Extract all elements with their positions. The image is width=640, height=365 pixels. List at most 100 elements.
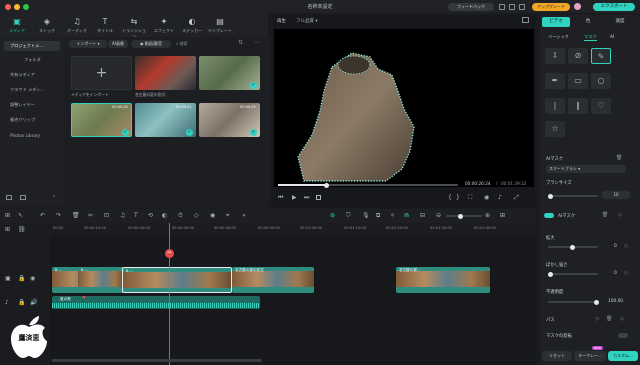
blur-slider[interactable] — [548, 271, 598, 277]
audio-track-icon[interactable]: ♪ — [5, 299, 9, 306]
sidebar-item-compound-clip[interactable]: 複合クリップ — [4, 115, 60, 125]
tab-video[interactable]: ビデオ — [542, 17, 570, 27]
scissors-icon[interactable]: ✂ — [165, 249, 174, 258]
audio-clip[interactable]: 夏の夜 ♥ — [52, 296, 260, 309]
stop-icon[interactable] — [316, 195, 321, 200]
playhead-line[interactable] — [169, 223, 170, 365]
play-icon[interactable]: ▶ — [292, 194, 297, 201]
opacity-slider[interactable] — [548, 299, 599, 305]
tab-color[interactable]: 色 — [574, 17, 602, 27]
lock-icon[interactable]: 🔒 — [18, 299, 25, 306]
ai-mask-toggle[interactable] — [544, 213, 554, 218]
video-track-icon[interactable]: ▣ — [5, 275, 11, 282]
playback-progress[interactable] — [278, 182, 458, 188]
keyframe-icon[interactable]: ◇ — [624, 270, 628, 276]
crop-icon[interactable]: ⊡ — [104, 212, 109, 219]
sidebar-item-photos-library[interactable]: Photos Library — [4, 131, 60, 141]
eye-icon[interactable]: ◉ — [30, 275, 35, 282]
volume-icon[interactable]: ♪ — [498, 194, 502, 201]
mask-star-icon[interactable]: ☆ — [545, 121, 565, 137]
cloud-icon[interactable] — [509, 4, 515, 10]
zoom-in-icon[interactable]: ⊕ — [485, 212, 490, 219]
ai-icon[interactable]: ✧ — [390, 212, 395, 219]
video-clip[interactable]: 8-... — [78, 267, 124, 293]
subtab-basic[interactable]: ベーシック — [548, 34, 569, 40]
player-tab[interactable]: 再生 — [277, 18, 286, 24]
tab-audio[interactable]: ♫ オーディオ — [64, 13, 90, 37]
horizontal-scrollbar[interactable] — [52, 359, 262, 362]
smart-brush-dropdown[interactable]: スマートブラシ ▾ — [546, 165, 626, 173]
delete-icon[interactable]: 🗑 — [72, 212, 80, 219]
feedback-button[interactable]: フィードバック — [448, 3, 494, 11]
sidebar-item-cloud-media[interactable]: クラウド メディ... — [4, 85, 60, 95]
filter-dropdown[interactable]: ◉ 動画/静音 — [131, 40, 171, 48]
reset-button[interactable]: リセット — [542, 351, 572, 361]
mask-pen-icon[interactable]: ✒ — [545, 73, 565, 89]
tab-sticker[interactable]: ◐ ステッカー — [179, 13, 205, 37]
trash-icon[interactable]: 🗑 — [616, 155, 622, 161]
zoom-value[interactable]: 0 — [614, 244, 617, 249]
mask-circle-icon[interactable]: ○ — [591, 73, 611, 89]
sidebar-item-project-media[interactable]: プロジェクトメ... — [4, 41, 60, 51]
brush-size-slider[interactable] — [548, 193, 598, 199]
keyframe-icon[interactable]: ◇ — [620, 316, 624, 322]
folder-icon[interactable] — [20, 195, 26, 200]
sidebar-item-adjustment-layer[interactable]: 調整レイヤー — [4, 100, 60, 110]
more-icon[interactable]: ⋯ — [254, 39, 260, 46]
expand-icon[interactable]: ⤢ — [514, 194, 519, 202]
zoom-timeline-slider[interactable] — [446, 213, 482, 219]
search-input[interactable]: ⌕ 検索 — [176, 40, 232, 48]
blur-value[interactable]: 0 — [614, 271, 617, 276]
mask-ai-brush-icon[interactable]: ✎ — [591, 48, 611, 64]
video-clip[interactable]: 名古屋の夏の形式 — [232, 267, 314, 293]
grid-view-icon[interactable]: ⊞ — [500, 212, 505, 219]
text-icon[interactable]: T — [134, 212, 138, 219]
stabilize-icon[interactable]: ⌖ — [226, 212, 229, 220]
tab-stock[interactable]: ◈ ストック — [34, 13, 60, 37]
mask-icon[interactable]: ◐ — [162, 212, 167, 219]
split-icon[interactable]: ✂ — [88, 212, 93, 219]
playhead-knob[interactable] — [324, 182, 329, 188]
split-screen-icon[interactable]: ⧉ — [376, 212, 380, 220]
sidebar-item-shared-media[interactable]: 共有メディア — [4, 70, 60, 80]
lock-icon[interactable]: 🔒 — [18, 275, 25, 282]
magnet-icon[interactable]: ⋒ — [404, 212, 409, 219]
keyframe-icon[interactable]: ◇ — [618, 212, 622, 218]
import-button[interactable]: インポート ▾ — [69, 40, 107, 48]
mask-rectangle-icon[interactable]: ▭ — [568, 73, 588, 89]
opacity-value[interactable]: 100.00 — [608, 299, 623, 304]
custom-button[interactable]: カスタム... — [608, 351, 638, 361]
tab-title[interactable]: T タイトル — [92, 13, 118, 37]
gift-icon[interactable] — [499, 4, 505, 10]
media-thumb[interactable] — [135, 56, 196, 90]
avatar[interactable] — [574, 3, 581, 10]
tab-media[interactable]: ▣ メディア — [4, 13, 30, 37]
path-play-icon[interactable]: ▷ — [596, 316, 600, 322]
color-icon[interactable]: ◉ — [210, 212, 215, 219]
subtab-ai[interactable]: AI — [610, 34, 614, 39]
camera-icon[interactable]: ◉ — [484, 194, 489, 201]
video-clip[interactable]: 名古屋の夏... — [396, 267, 490, 293]
keyframe-tool-icon[interactable]: ◇ — [194, 212, 199, 219]
ai-image-button[interactable]: AI画像 — [108, 40, 128, 48]
delete-mask-icon[interactable]: 🗑 — [602, 212, 608, 218]
tab-template[interactable]: ▤ テンプレート — [207, 13, 233, 37]
keyframe-icon[interactable]: ◇ — [624, 243, 628, 249]
grid-icon[interactable] — [519, 4, 525, 10]
music-icon[interactable]: ♫ — [120, 212, 125, 219]
select-tool-icon[interactable]: ↖ — [18, 212, 23, 219]
more-tools-icon[interactable]: » — [242, 212, 246, 219]
zoom-out-icon[interactable]: ⊖ — [436, 212, 441, 219]
rotate-icon[interactable]: ⟲ — [148, 212, 153, 219]
undo-icon[interactable]: ↶ — [40, 212, 45, 219]
keyframe-panel-button[interactable]: キーフレー... — [574, 351, 606, 361]
tab-transition[interactable]: ⇆トランジション — [121, 13, 147, 39]
speed-icon[interactable]: ⏱ — [178, 212, 183, 220]
path-delete-icon[interactable]: 🗑 — [606, 316, 612, 322]
brush-size-input[interactable]: 10 — [602, 191, 630, 199]
speaker-icon[interactable]: 🔊 — [30, 299, 37, 306]
add-track-icon[interactable]: ⊞ — [5, 226, 10, 233]
snapshot-icon[interactable] — [522, 17, 529, 23]
sort-icon[interactable]: ⇅ — [238, 39, 243, 46]
mask-heart-icon[interactable]: ♡ — [591, 98, 611, 114]
